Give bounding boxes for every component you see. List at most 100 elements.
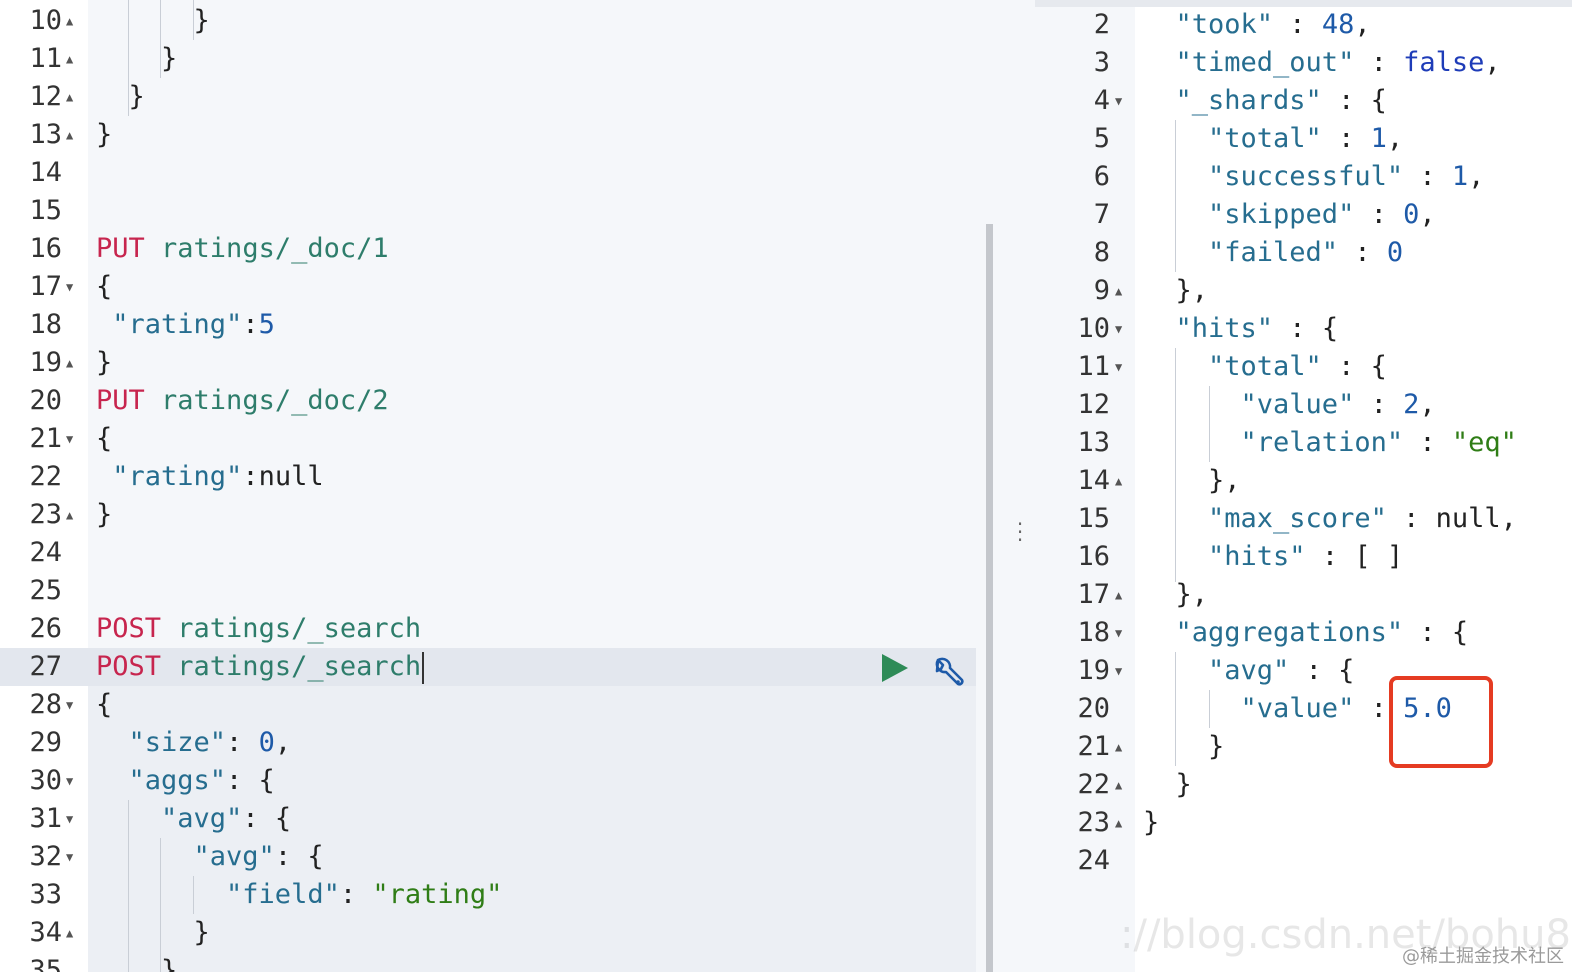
code-token: } <box>96 955 178 972</box>
play-icon[interactable] <box>882 654 908 682</box>
fold-close-icon[interactable]: ▲ <box>1115 462 1122 500</box>
code-token: PUT <box>96 233 145 264</box>
line-number: 6 <box>1093 161 1110 192</box>
code-token: } <box>1143 769 1192 800</box>
line-number: 18 <box>1077 617 1110 648</box>
code-line: 35 } <box>0 952 1005 972</box>
line-number: 24 <box>1077 845 1110 876</box>
fold-close-icon[interactable]: ▲ <box>66 914 73 952</box>
fold-open-icon[interactable]: ▼ <box>66 686 73 724</box>
code-token: : <box>242 309 259 340</box>
code-token: "relation" <box>1143 427 1404 458</box>
code-token: 5 <box>258 309 275 340</box>
code-token: } <box>96 347 113 378</box>
code-token: "avg" <box>96 803 243 834</box>
wrench-icon[interactable] <box>930 654 966 690</box>
pane-resizer[interactable] <box>1005 0 1035 972</box>
code-token: "max_score" <box>1143 503 1387 534</box>
code-line: 13 "relation" : "eq" <box>1035 424 1572 462</box>
indent-guide <box>160 838 161 972</box>
line-number: 23 <box>1077 807 1110 838</box>
line-number: 21 <box>29 423 62 454</box>
fold-close-icon[interactable]: ▲ <box>66 2 73 40</box>
line-number: 19 <box>29 347 62 378</box>
code-text: "skipped" : 0, <box>1143 196 1436 234</box>
code-token: , <box>1419 389 1436 420</box>
line-number: 24 <box>29 537 62 568</box>
code-token: 48 <box>1321 9 1355 40</box>
code-text: { <box>96 268 112 306</box>
fold-open-icon[interactable]: ▼ <box>1115 82 1122 120</box>
code-line: 14 <box>0 154 1005 192</box>
code-token: "rating" <box>96 461 243 492</box>
fold-close-icon[interactable]: ▲ <box>66 344 73 382</box>
request-editor[interactable]: 10 ▲ } 11 ▲ } 12 ▲ } 13 ▲} 14 15 16 PUT ratings/_do… <box>0 0 1005 972</box>
code-line: 27 POST ratings/_search <box>0 648 1005 686</box>
fold-close-icon[interactable]: ▲ <box>66 116 73 154</box>
code-line: 20 PUT ratings/_doc/2 <box>0 382 1005 420</box>
code-text: PUT ratings/_doc/2 <box>96 382 389 420</box>
code-line: 32 ▼ "avg": { <box>0 838 1005 876</box>
code-token: } <box>96 119 113 150</box>
code-token: ratings/_doc/2 <box>144 385 389 416</box>
code-text: } <box>96 78 145 116</box>
indent-guide <box>1175 348 1176 582</box>
request-scrollbar[interactable] <box>986 224 993 972</box>
fold-open-icon[interactable]: ▼ <box>66 420 73 458</box>
code-line: 16 PUT ratings/_doc/1 <box>0 230 1005 268</box>
fold-close-icon[interactable]: ▲ <box>1115 804 1122 842</box>
code-line: 4 ▼ "_shards" : { <box>1035 82 1572 120</box>
code-token: "total" <box>1143 123 1322 154</box>
code-token: , <box>1386 123 1404 154</box>
code-token: "failed" <box>1143 237 1339 268</box>
fold-open-icon[interactable]: ▼ <box>66 268 73 306</box>
line-number: 7 <box>1093 199 1110 230</box>
code-token: "successful" <box>1143 161 1404 192</box>
code-text: { <box>96 686 112 724</box>
code-token: false <box>1403 47 1485 78</box>
line-number: 17 <box>29 271 62 302</box>
code-text: "total" : 1, <box>1143 120 1403 158</box>
fold-close-icon[interactable]: ▲ <box>1115 766 1122 804</box>
line-number: 21 <box>1077 731 1110 762</box>
code-token: "rating" <box>96 309 243 340</box>
indent-guide <box>193 876 194 914</box>
code-token: :null <box>242 461 324 492</box>
brand-watermark: @稀土掘金技术社区 <box>1402 946 1564 967</box>
code-line: 33 "field": "rating" <box>0 876 1005 914</box>
fold-close-icon[interactable]: ▲ <box>66 78 73 116</box>
code-text: "avg": { <box>96 838 324 876</box>
indent-guide <box>128 800 129 972</box>
fold-close-icon[interactable]: ▲ <box>1115 272 1122 310</box>
fold-close-icon[interactable]: ▲ <box>66 496 73 534</box>
line-number: 9 <box>1093 275 1110 306</box>
vertical-ellipsis-icon[interactable]: · · · <box>1015 514 1025 550</box>
fold-close-icon[interactable]: ▲ <box>66 40 73 78</box>
code-token: : { <box>1321 85 1387 116</box>
code-token: : [ ] <box>1305 541 1404 572</box>
code-line: 31 ▼ "avg": { <box>0 800 1005 838</box>
fold-open-icon[interactable]: ▼ <box>66 800 73 838</box>
line-number: 29 <box>29 727 62 758</box>
code-token: ratings/_search <box>161 651 422 682</box>
code-line: 24 <box>0 534 1005 572</box>
text-cursor <box>422 651 425 684</box>
fold-open-icon[interactable]: ▼ <box>1115 652 1122 690</box>
fold-close-icon[interactable]: ▲ <box>1115 728 1122 766</box>
code-token: : { <box>1273 313 1339 344</box>
fold-open-icon[interactable]: ▼ <box>66 838 73 876</box>
code-token: }, <box>1143 579 1209 610</box>
fold-close-icon[interactable]: ▲ <box>1115 576 1122 614</box>
code-token: }, <box>1143 275 1209 306</box>
line-number: 11 <box>1077 351 1110 382</box>
code-line: 8 "failed" : 0 <box>1035 234 1572 272</box>
indent-guide <box>160 0 161 78</box>
code-text: POST ratings/_search <box>96 610 421 648</box>
fold-open-icon[interactable]: ▼ <box>1115 614 1122 652</box>
fold-open-icon[interactable]: ▼ <box>66 762 73 800</box>
code-text: "rating":null <box>96 458 324 496</box>
fold-open-icon[interactable]: ▼ <box>1115 310 1122 348</box>
line-number: 28 <box>29 689 62 720</box>
line-number: 18 <box>29 309 62 340</box>
fold-open-icon[interactable]: ▼ <box>1115 348 1122 386</box>
